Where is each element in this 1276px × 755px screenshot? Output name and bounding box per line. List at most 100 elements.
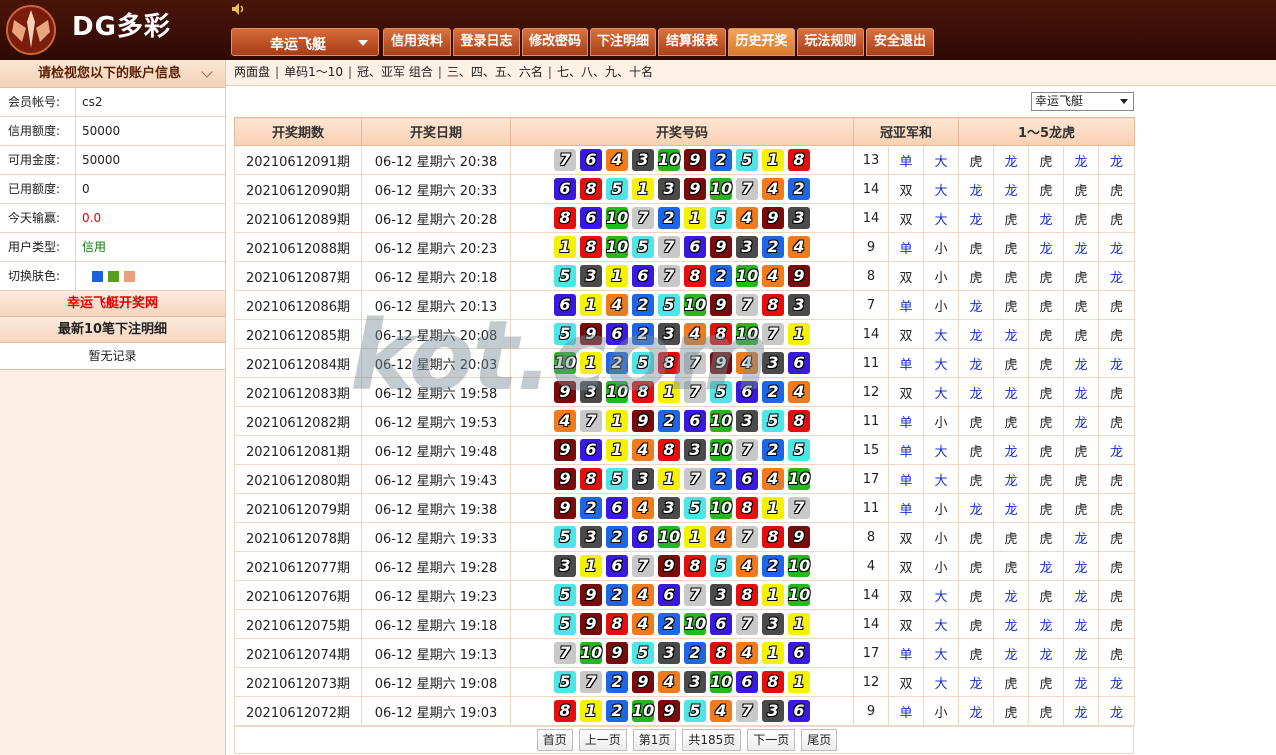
date-cell: 06-12 星期六 19:28 [361,551,511,581]
column-header: 开奖期数 [234,117,362,146]
lottery-select-label: 幸运飞艇 [1035,94,1084,108]
nav-button-3[interactable]: 修改密码 [522,28,588,56]
number-ball: 7 [762,323,784,345]
number-ball: 6 [606,497,628,519]
issue-cell: 20210612086期 [234,290,362,320]
next-page-button[interactable]: 下一页 [747,729,796,751]
number-ball: 10 [606,381,629,403]
subnav-link[interactable]: 三、四、五、六名 [447,65,543,79]
sum-cell: 12 [853,377,889,407]
issue-cell: 20210612088期 [234,232,362,262]
dragon-tiger-cell: 虎 [993,667,1029,697]
number-ball: 6 [684,410,706,432]
dragon-tiger-cell: 虎 [958,580,994,610]
number-ball: 5 [554,584,576,606]
number-ball: 1 [580,555,602,577]
number-ball: 2 [710,149,732,171]
dragon-tiger-cell: 龙 [993,319,1029,349]
skin-swatch[interactable] [92,271,103,282]
number-ball: 3 [658,323,680,345]
odd-even-cell: 双 [888,203,924,233]
number-ball: 6 [658,584,680,606]
number-ball: 1 [762,497,784,519]
subnav-link[interactable]: 冠、亚军 组合 [357,65,433,79]
site-link[interactable]: 幸运飞艇开奖网 [0,291,225,317]
dragon-tiger-cell: 虎 [1028,261,1064,291]
nav-button-8[interactable]: 安全退出 [866,28,934,56]
nav-button-1[interactable]: 信用资料 [383,28,451,56]
number-ball: 6 [736,671,758,693]
sum-cell: 8 [853,261,889,291]
speaker-icon[interactable] [231,2,247,16]
dragon-tiger-cell: 龙 [993,609,1029,639]
last-page-button[interactable]: 尾页 [801,729,838,751]
dragon-tiger-cell: 龙 [958,319,994,349]
number-ball: 5 [736,149,758,171]
table-row: 20210612080期 06-12 星期六 19:43 9 8 5 3 1 7 2 6 4 10 17… [234,464,1136,494]
odd-even-cell: 双 [888,609,924,639]
issue-cell: 20210612079期 [234,493,362,523]
subnav-link[interactable]: 两面盘 [234,65,270,79]
number-ball: 10 [710,178,733,200]
big-small-cell: 大 [923,145,959,175]
dragon-tiger-cell: 虎 [993,261,1029,291]
dragon-tiger-cell: 龙 [1028,638,1064,668]
first-page-button[interactable]: 首页 [536,729,573,751]
nav-button-5[interactable]: 结算报表 [658,28,726,56]
table-row: 20210612091期 06-12 星期六 20:38 7 6 4 3 10 9 2 5 1 8 13… [234,145,1136,175]
number-ball: 1 [632,178,654,200]
game-select[interactable]: 幸运飞艇 [231,28,379,56]
nav-button-7[interactable]: 玩法规则 [797,28,864,56]
lottery-select[interactable]: 幸运飞艇 [1031,92,1134,111]
dragon-tiger-cell: 龙 [993,435,1029,465]
number-ball: 8 [736,497,758,519]
number-ball: 5 [710,381,732,403]
dragon-tiger-cell: 虎 [958,609,994,639]
dragon-tiger-cell: 虎 [1097,580,1136,610]
table-row: 20210612074期 06-12 星期六 19:13 7 10 9 5 3 2 8 4 1 6 17… [234,638,1136,668]
table-row: 20210612087期 06-12 星期六 20:18 5 3 1 6 7 8 2 10 4 9 8 双… [234,261,1136,291]
number-ball: 7 [736,700,758,722]
number-ball: 9 [632,410,654,432]
dragon-tiger-cell: 虎 [958,522,994,552]
number-ball: 4 [632,584,654,606]
dragon-tiger-cell: 虎 [1063,261,1099,291]
dragon-tiger-cell: 龙 [1063,609,1099,639]
subnav-link[interactable]: 七、八、九、十名 [557,65,653,79]
number-ball: 8 [736,584,758,606]
subnav-link[interactable]: 单码1～10 [284,65,343,79]
sidebar-title[interactable]: 请检视您以下的账户信息 [0,60,225,88]
big-small-cell: 小 [923,696,959,726]
number-ball: 3 [736,410,758,432]
number-ball: 10 [684,613,707,635]
account-row: 已用额度: 0 [0,175,225,204]
chevron-down-icon[interactable] [201,66,213,78]
nav-button-4[interactable]: 下注明细 [590,28,656,56]
dragon-tiger-cell: 虎 [1028,667,1064,697]
dragon-tiger-cell: 龙 [1097,435,1136,465]
nav-button-6[interactable]: 历史开奖 [728,28,795,56]
number-ball: 6 [554,294,576,316]
number-ball: 6 [606,323,628,345]
number-ball: 7 [736,178,758,200]
table-row: 20210612090期 06-12 星期六 20:33 6 8 5 1 3 9 10 7 4 2 14… [234,174,1136,204]
number-ball: 8 [788,149,810,171]
number-ball: 4 [736,555,758,577]
number-ball: 5 [554,526,576,548]
dragon-tiger-cell: 虎 [1063,319,1099,349]
sub-nav: 两面盘 | 单码1～10 | 冠、亚军 组合 | 三、四、五、六名 | 七、八、九、十名 [226,60,1276,86]
dragon-tiger-cell: 龙 [1028,203,1064,233]
nav-button-2[interactable]: 登录日志 [453,28,520,56]
number-ball: 7 [684,584,706,606]
number-ball: 8 [762,671,784,693]
dragon-tiger-cell: 龙 [1097,667,1136,697]
prev-page-button[interactable]: 上一页 [578,729,627,751]
numbers-cell: 3 1 6 7 9 8 5 4 2 10 [510,551,854,581]
dragon-tiger-cell: 虎 [993,551,1029,581]
odd-even-cell: 双 [888,174,924,204]
skin-swatch[interactable] [124,271,135,282]
skin-swatch[interactable] [108,271,119,282]
number-ball: 4 [762,468,784,490]
dragon-tiger-cell: 龙 [958,174,994,204]
dragon-tiger-cell: 虎 [1028,319,1064,349]
